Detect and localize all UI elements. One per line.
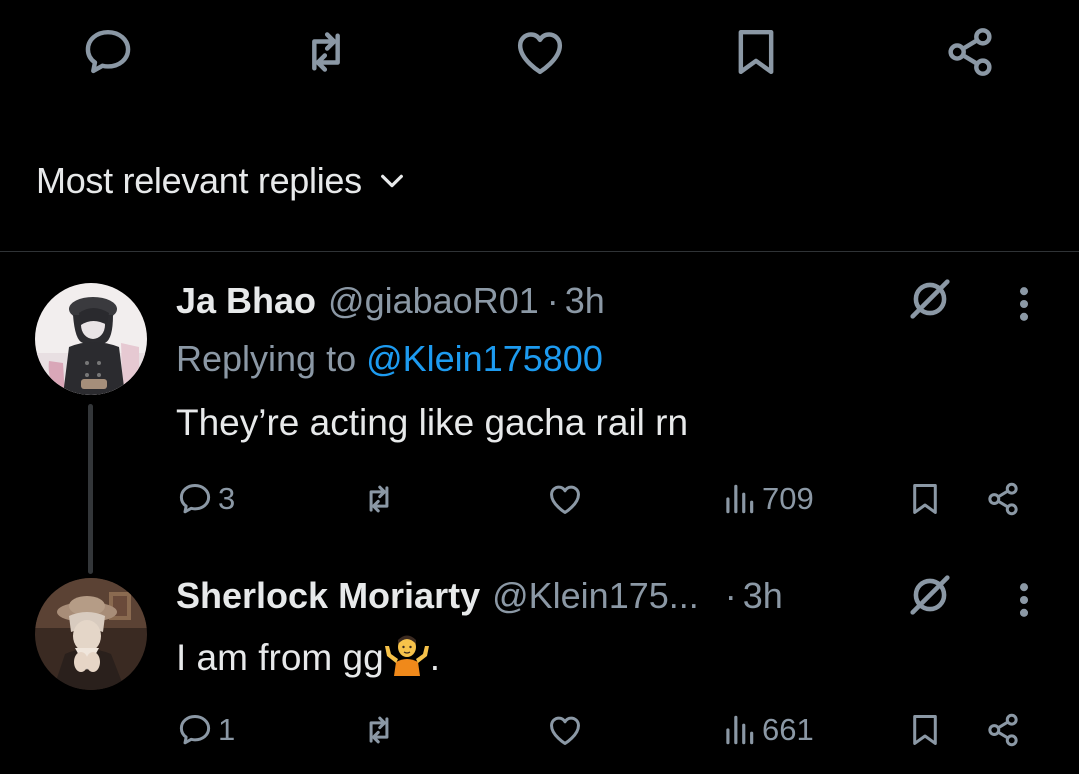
more-vertical-icon: [1019, 287, 1029, 321]
reply-text: They’re acting like gacha rail rn: [176, 402, 689, 443]
post-time[interactable]: 3h: [565, 280, 605, 322]
more-options-button[interactable]: [1014, 282, 1034, 326]
view-count: 709: [762, 481, 814, 516]
reply-sort-dropdown[interactable]: Most relevant replies: [36, 160, 408, 202]
repost-button[interactable]: [360, 474, 398, 524]
reply-count: 3: [218, 481, 236, 516]
replying-to-line: Replying to @Klein175800: [176, 338, 603, 380]
avatar[interactable]: [35, 578, 147, 690]
reply-button[interactable]: 1: [176, 705, 235, 755]
replying-to-label: Replying to: [176, 338, 367, 379]
chevron-down-icon: [380, 174, 403, 188]
reply-action-bar: 3 709: [0, 474, 1079, 524]
grok-button[interactable]: [904, 273, 956, 325]
views-button[interactable]: 661: [720, 705, 814, 755]
repost-button[interactable]: [296, 22, 356, 82]
grok-icon: [910, 575, 950, 615]
reply-header: Ja Bhao @giabaoR01 · 3h: [176, 280, 605, 322]
display-name[interactable]: Ja Bhao: [176, 280, 316, 322]
repost-icon: [369, 716, 389, 744]
reply-action-bar: 1 661: [0, 705, 1079, 755]
bookmark-button[interactable]: [906, 705, 944, 755]
views-button[interactable]: 709: [720, 474, 814, 524]
share-button[interactable]: [940, 22, 1000, 82]
share-button[interactable]: [984, 474, 1022, 524]
views-chart-icon: [726, 715, 754, 745]
bookmark-icon: [913, 484, 937, 514]
bookmark-button[interactable]: [726, 22, 786, 82]
reply-icon: [179, 715, 211, 745]
share-button[interactable]: [984, 705, 1022, 755]
reply-header: Sherlock Moriarty @Klein175... · 3h: [176, 575, 783, 617]
user-handle[interactable]: @Klein175...: [492, 575, 699, 617]
heart-icon: [550, 485, 580, 514]
more-vertical-icon: [1019, 583, 1029, 617]
reply-count: 1: [218, 712, 236, 747]
view-count: 661: [762, 712, 814, 747]
avatar[interactable]: [35, 283, 147, 395]
reply-sort-label: Most relevant replies: [36, 160, 362, 201]
repost-button[interactable]: [360, 705, 398, 755]
bookmark-button[interactable]: [906, 474, 944, 524]
reply-icon: [179, 484, 211, 514]
separator-dot: ·: [724, 575, 737, 616]
person-shrugging-emoji: [384, 635, 429, 676]
bookmark-icon: [913, 715, 937, 745]
reply-button[interactable]: 3: [176, 474, 235, 524]
reply-text-main: I am from gg: [176, 637, 384, 678]
replying-to-mention[interactable]: @Klein175800: [366, 338, 603, 379]
grok-button[interactable]: [904, 569, 956, 621]
reply-text-end: .: [429, 637, 440, 678]
user-handle[interactable]: @giabaoR01: [328, 280, 539, 322]
post-time[interactable]: 3h: [743, 575, 783, 617]
like-button[interactable]: [510, 22, 570, 82]
repost-icon: [312, 32, 340, 72]
more-options-button[interactable]: [1014, 578, 1034, 622]
repost-icon: [369, 485, 389, 513]
like-button[interactable]: [546, 705, 584, 755]
views-chart-icon: [726, 484, 754, 514]
bookmark-icon: [738, 29, 774, 75]
grok-icon: [910, 279, 950, 319]
reply-button[interactable]: [78, 22, 138, 82]
heart-icon: [517, 32, 563, 75]
section-divider: [0, 251, 1079, 252]
share-icon: [948, 28, 992, 76]
reply-text: I am from gg .: [176, 632, 440, 679]
heart-icon: [550, 716, 580, 745]
share-icon: [988, 482, 1018, 516]
share-icon: [988, 713, 1018, 747]
reply-icon: [85, 29, 131, 74]
separator-dot: ·: [546, 280, 559, 321]
tweet-action-bar: [0, 0, 1079, 110]
display-name[interactable]: Sherlock Moriarty: [176, 575, 480, 617]
like-button[interactable]: [546, 474, 584, 524]
